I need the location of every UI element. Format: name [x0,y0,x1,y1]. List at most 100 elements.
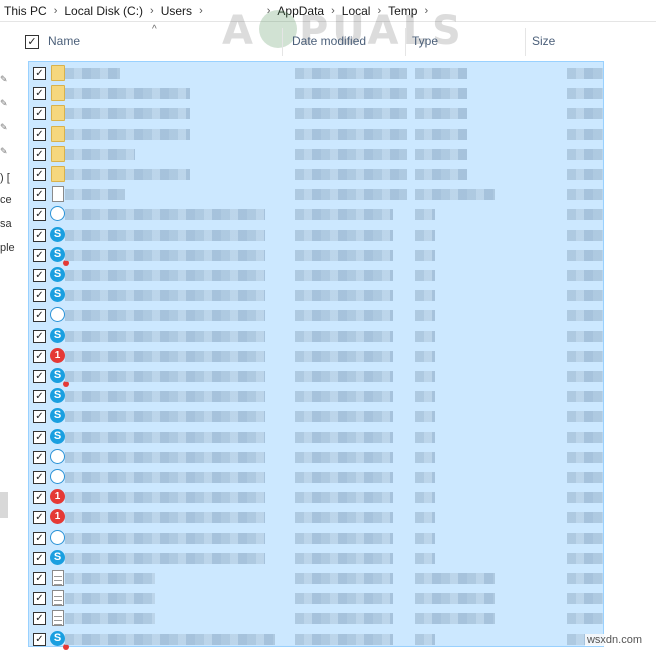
row-checkbox[interactable]: ✓ [33,248,46,262]
row-checkbox[interactable]: ✓ [33,168,46,181]
file-row[interactable]: ✓ S [29,427,603,448]
breadcrumb-users[interactable]: Users [157,4,196,18]
redacted-filename [65,350,265,362]
chevron-right-icon[interactable]: › [264,5,274,17]
chevron-right-icon[interactable]: › [196,5,206,17]
file-row[interactable]: ✓ S [29,326,603,347]
breadcrumb-local-disk[interactable]: Local Disk (C:) [60,4,147,18]
file-row[interactable]: ✓ [29,124,603,145]
row-checkbox[interactable]: ✓ [33,188,46,202]
file-row[interactable]: ✓ S [29,406,603,427]
file-row[interactable]: ✓ [29,184,603,205]
column-divider[interactable] [405,28,406,56]
redacted-type [415,613,495,625]
file-row[interactable]: ✓ [29,305,603,326]
file-row[interactable]: ✓ [29,103,603,124]
redacted-size [567,512,603,524]
row-checkbox[interactable]: ✓ [33,491,46,505]
column-name-header[interactable]: Name [48,34,80,48]
row-checkbox[interactable]: ✓ [33,289,46,303]
row-checkbox[interactable]: ✓ [33,370,46,383]
file-row[interactable]: ✓ [29,83,603,104]
row-checkbox[interactable]: ✓ [33,592,46,606]
redacted-date [295,68,407,79]
skype-icon: S [50,287,66,304]
file-row[interactable]: ✓ S [29,629,603,650]
redacted-size [567,88,603,100]
row-checkbox[interactable]: ✓ [33,612,46,626]
file-row[interactable]: ✓ [29,144,603,165]
column-size-header[interactable]: Size [532,34,555,48]
chevron-right-icon[interactable]: › [147,5,157,17]
row-checkbox[interactable]: ✓ [33,127,46,141]
file-row[interactable]: ✓ [29,164,603,185]
nav-scrollbar-thumb[interactable] [0,492,8,518]
file-row[interactable]: ✓ [29,528,603,549]
chevron-right-icon[interactable]: › [328,5,338,17]
file-row[interactable]: ✓ S [29,265,603,286]
redacted-date [295,371,393,382]
redacted-filename [65,148,135,160]
chat-bubble-icon [50,206,66,223]
file-row[interactable]: ✓ S [29,285,603,306]
column-date-modified-header[interactable]: Date modified [292,34,366,48]
row-checkbox[interactable]: ✓ [33,632,46,646]
breadcrumb-local[interactable]: Local [338,4,375,18]
row-checkbox[interactable]: ✓ [33,410,46,424]
row-checkbox[interactable]: ✓ [33,390,46,404]
folder-icon [50,65,66,82]
row-checkbox[interactable]: ✓ [33,572,46,585]
file-row[interactable]: ✓ [29,588,603,609]
row-checkbox[interactable]: ✓ [33,269,46,282]
pin-icon[interactable]: ✎ [0,146,8,157]
file-row[interactable]: ✓ 1 [29,487,603,508]
row-checkbox[interactable]: ✓ [33,87,46,101]
row-checkbox[interactable]: ✓ [33,147,46,161]
nav-item-fragment[interactable]: ple [0,242,15,254]
file-row[interactable]: ✓ [29,447,603,468]
pin-icon[interactable]: ✎ [0,74,8,85]
row-checkbox[interactable]: ✓ [33,511,46,525]
breadcrumb-this-pc[interactable]: This PC [0,4,51,18]
file-row[interactable]: ✓ [29,467,603,488]
chevron-right-icon[interactable]: › [51,5,61,17]
row-checkbox[interactable]: ✓ [33,430,46,444]
file-row[interactable]: ✓ 1 [29,346,603,367]
file-row[interactable]: ✓ [29,204,603,225]
row-checkbox[interactable]: ✓ [33,531,46,545]
file-row[interactable]: ✓ S [29,386,603,407]
row-checkbox[interactable]: ✓ [33,107,46,121]
row-checkbox[interactable]: ✓ [33,228,46,242]
file-row[interactable]: ✓ 1 [29,507,603,528]
select-all-checkbox[interactable]: ✓ [25,35,39,49]
column-type-header[interactable]: Type [412,34,438,48]
pin-icon[interactable]: ✎ [0,122,8,133]
file-row[interactable]: ✓ [29,63,603,84]
file-row[interactable]: ✓ [29,608,603,629]
chevron-right-icon[interactable]: › [421,5,431,17]
file-row[interactable]: ✓ [29,568,603,589]
row-checkbox[interactable]: ✓ [33,208,46,222]
nav-item-fragment[interactable]: ) [ [0,172,10,184]
file-row[interactable]: ✓ S [29,548,603,569]
file-row[interactable]: ✓ S [29,245,603,266]
column-divider[interactable] [282,28,283,56]
chevron-right-icon[interactable]: › [374,5,384,17]
row-checkbox[interactable]: ✓ [33,471,46,484]
row-checkbox[interactable]: ✓ [33,329,46,343]
row-checkbox[interactable]: ✓ [33,349,46,363]
column-divider[interactable] [525,28,526,56]
row-checkbox[interactable]: ✓ [33,450,46,464]
breadcrumb-temp[interactable]: Temp [384,4,421,18]
pin-icon[interactable]: ✎ [0,98,8,109]
nav-item-fragment[interactable]: ce [0,194,12,206]
row-checkbox[interactable]: ✓ [33,309,46,323]
nav-item-fragment[interactable]: sa [0,218,12,230]
breadcrumb-appdata[interactable]: AppData [273,4,328,18]
skype-icon-glyph: S [50,408,65,424]
row-checkbox[interactable]: ✓ [33,67,46,80]
file-list[interactable]: ✓ ✓ ✓ ✓ ✓ ✓ ✓ ✓ ✓ S ✓ S ✓ S ✓ S ✓ ✓ S ✓ 1 ✓ S ✓ S ✓ S ✓ S ✓ ✓ ✓ 1 ✓ 1 ✓ ✓ S ✓ ✓… [28,61,604,650]
file-row[interactable]: ✓ S [29,225,603,246]
file-row[interactable]: ✓ S [29,366,603,387]
row-checkbox[interactable]: ✓ [33,551,46,565]
